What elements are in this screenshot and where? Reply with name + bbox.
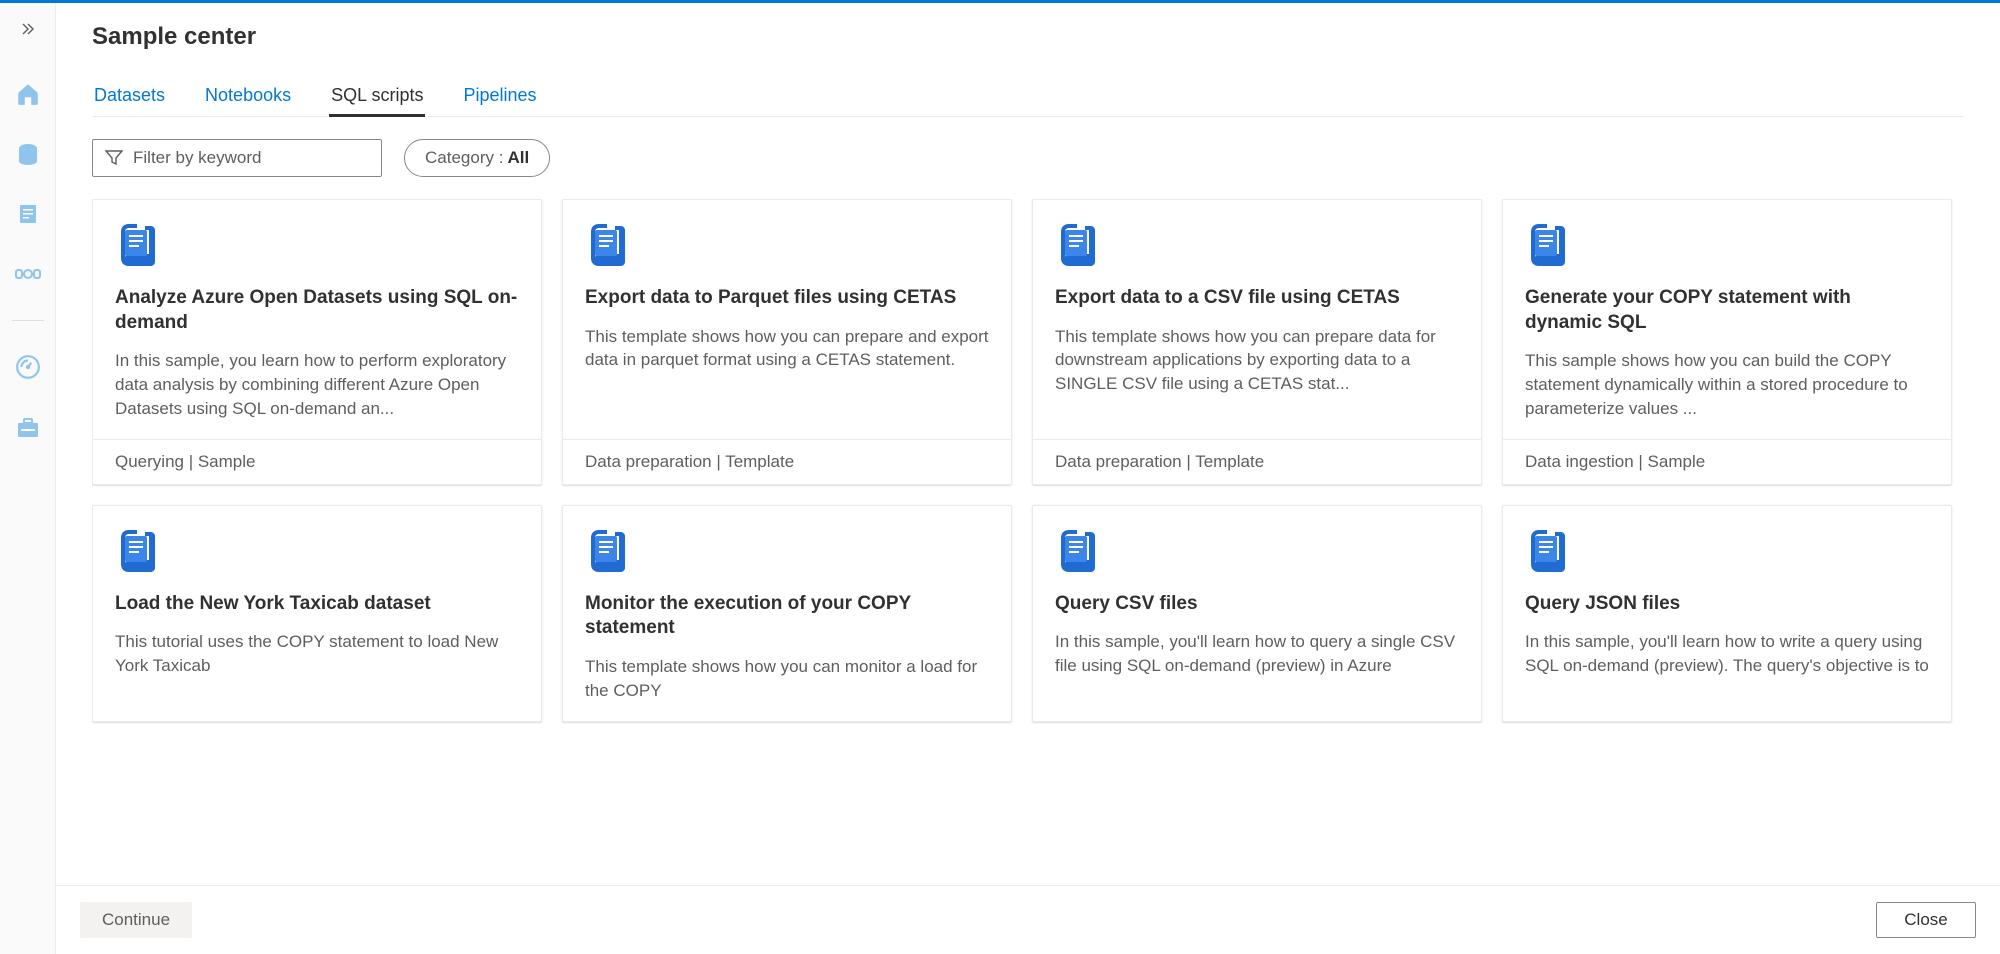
continue-button[interactable]: Continue — [80, 902, 192, 938]
card-desc: This tutorial uses the COPY statement to… — [115, 630, 519, 678]
script-icon — [1055, 222, 1099, 266]
card-desc: This template shows how you can prepare … — [585, 325, 989, 373]
tab-datasets[interactable]: Datasets — [92, 79, 167, 116]
card-title: Export data to a CSV file using CETAS — [1055, 286, 1459, 311]
card-desc: This template shows how you can prepare … — [1055, 325, 1459, 396]
sample-card[interactable]: Export data to Parquet files using CETAS… — [562, 199, 1012, 485]
card-desc: In this sample, you learn how to perform… — [115, 349, 519, 420]
card-desc: In this sample, you'll learn how to writ… — [1525, 630, 1929, 678]
category-filter[interactable]: Category : All — [404, 139, 550, 177]
script-icon — [1525, 528, 1569, 572]
sample-card[interactable]: Monitor the execution of your COPY state… — [562, 505, 1012, 722]
sample-card[interactable]: Export data to a CSV file using CETAS Thi… — [1032, 199, 1482, 485]
card-foot: Data preparation | Template — [563, 439, 1011, 484]
cards-scroll[interactable]: Analyze Azure Open Datasets using SQL on… — [92, 199, 1964, 885]
expand-nav-icon[interactable] — [20, 21, 36, 42]
develop-icon[interactable] — [14, 200, 42, 228]
page-title: Sample center — [92, 23, 1964, 51]
script-icon — [1525, 222, 1569, 266]
card-foot: Data ingestion | Sample — [1503, 439, 1951, 484]
card-foot: Querying | Sample — [93, 439, 541, 484]
script-icon — [1055, 528, 1099, 572]
nav-rail — [0, 3, 56, 954]
close-button[interactable]: Close — [1876, 902, 1976, 938]
card-title: Generate your COPY statement with dynami… — [1525, 286, 1929, 335]
card-title: Export data to Parquet files using CETAS — [585, 286, 989, 311]
manage-icon[interactable] — [14, 413, 42, 441]
tabs: Datasets Notebooks SQL scripts Pipelines — [92, 79, 1964, 117]
script-icon — [115, 222, 159, 266]
tab-pipelines[interactable]: Pipelines — [461, 79, 538, 116]
script-icon — [585, 222, 629, 266]
card-desc: This template shows how you can monitor … — [585, 655, 989, 703]
sample-card[interactable]: Analyze Azure Open Datasets using SQL on… — [92, 199, 542, 485]
card-desc: This sample shows how you can build the … — [1525, 349, 1929, 420]
script-icon — [585, 528, 629, 572]
sample-card[interactable]: Load the New York Taxicab dataset This tu… — [92, 505, 542, 722]
card-title: Query JSON files — [1525, 592, 1929, 617]
tab-notebooks[interactable]: Notebooks — [203, 79, 293, 116]
home-icon[interactable] — [14, 80, 42, 108]
sample-card[interactable]: Query JSON files In this sample, you'll l… — [1502, 505, 1952, 722]
filter-input[interactable] — [133, 148, 369, 168]
data-icon[interactable] — [14, 140, 42, 168]
nav-divider — [12, 320, 44, 321]
footer: Continue Close — [56, 885, 2000, 954]
filter-icon — [105, 150, 123, 166]
integrate-icon[interactable] — [14, 260, 42, 288]
card-title: Analyze Azure Open Datasets using SQL on… — [115, 286, 519, 335]
category-value: All — [507, 148, 529, 168]
sample-card[interactable]: Query CSV files In this sample, you'll le… — [1032, 505, 1482, 722]
category-label: Category : — [425, 148, 503, 168]
script-icon — [115, 528, 159, 572]
card-title: Load the New York Taxicab dataset — [115, 592, 519, 617]
filter-keyword[interactable] — [92, 139, 382, 177]
card-title: Monitor the execution of your COPY state… — [585, 592, 989, 641]
tab-sql-scripts[interactable]: SQL scripts — [329, 79, 425, 116]
card-foot: Data preparation | Template — [1033, 439, 1481, 484]
monitor-icon[interactable] — [14, 353, 42, 381]
sample-card[interactable]: Generate your COPY statement with dynami… — [1502, 199, 1952, 485]
card-title: Query CSV files — [1055, 592, 1459, 617]
card-desc: In this sample, you'll learn how to quer… — [1055, 630, 1459, 678]
